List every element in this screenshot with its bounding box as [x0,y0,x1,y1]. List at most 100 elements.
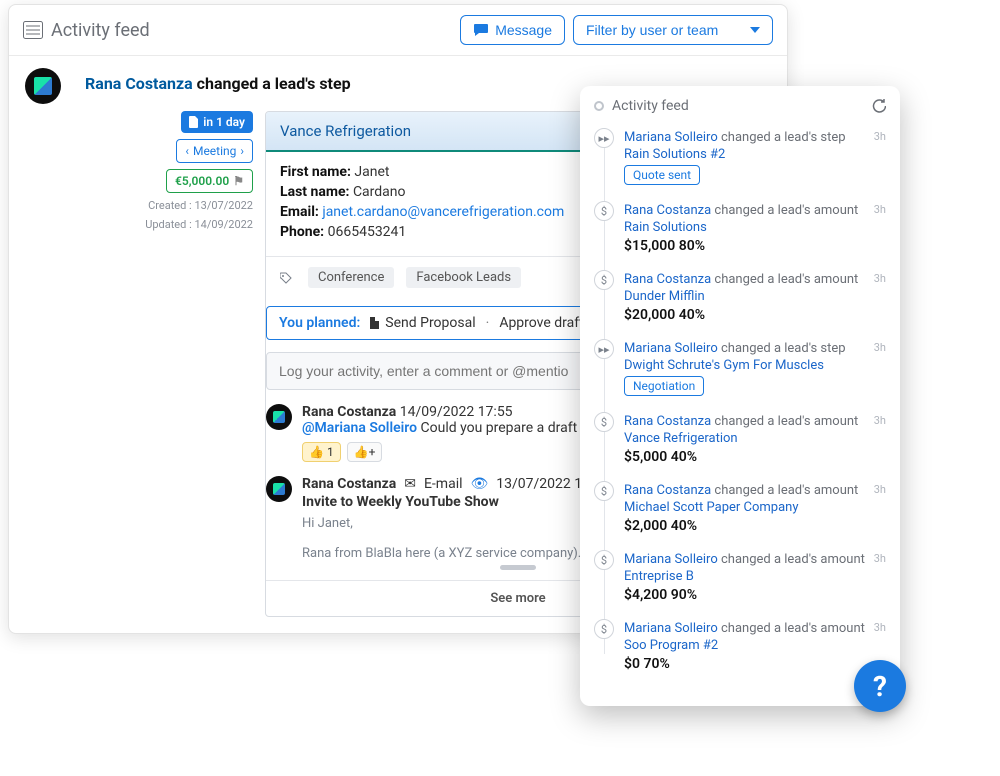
tag-facebook[interactable]: Facebook Leads [406,267,521,288]
planned-label: You planned: [279,315,360,331]
email-channel: E-mail [424,476,463,492]
feed-time: 3h [874,272,886,285]
mention-link[interactable]: @Mariana Solleiro [302,420,417,436]
feed-amount: $5,000 40% [624,449,886,465]
comment-avatar[interactable] [266,476,292,502]
feed-amount: $20,000 40% [624,307,886,323]
document-icon [189,116,199,128]
headline-action: changed a lead's step [197,74,351,93]
feed-headline: Rana Costanza changed a lead's amount3h [624,272,886,287]
feed-lead-link[interactable]: Michael Scott Paper Company [624,500,886,515]
side-feed-list: ▸▸ Mariana Solleiro changed a lead's ste… [594,122,886,682]
feed-headline: Rana Costanza changed a lead's amount3h [624,483,886,498]
thumbs-up-reaction[interactable]: 👍 1 [302,442,341,462]
refresh-icon[interactable] [872,99,886,113]
feed-user[interactable]: Mariana Solleiro [624,130,718,145]
email-label: Email: [280,204,319,220]
feed-user[interactable]: Mariana Solleiro [624,341,718,356]
feed-lead-link[interactable]: Entreprise B [624,569,886,584]
filter-label: Filter by user or team [586,22,718,38]
feed-user[interactable]: Mariana Solleiro [624,621,718,636]
feed-user[interactable]: Rana Costanza [624,414,711,429]
feed-user[interactable]: Rana Costanza [624,272,711,287]
user-avatar[interactable] [25,68,61,104]
feed-time: 3h [874,414,886,427]
avatar-glyph-icon [273,483,285,495]
feed-lead-link[interactable]: Soo Program #2 [624,638,886,653]
add-reaction-button[interactable]: 👍+ [347,442,383,462]
feed-lead-link[interactable]: Dwight Schrute's Gym For Muscles [624,358,886,373]
step-label: Meeting [193,144,236,158]
feed-lead-link[interactable]: Dunder Mifflin [624,289,886,304]
due-pill[interactable]: in 1 day [181,111,253,133]
dollar-icon: $ [594,619,614,639]
amount-pill[interactable]: €5,000.00 ⚑ [166,169,253,193]
feed-headline: Rana Costanza changed a lead's amount3h [624,414,886,429]
feed-lead-link[interactable]: Vance Refrigeration [624,431,886,446]
dollar-icon: $ [594,481,614,501]
circle-icon [594,101,604,111]
feed-lead-link[interactable]: Rain Solutions [624,220,886,235]
message-button[interactable]: Message [460,15,565,45]
feed-item[interactable]: $ Rana Costanza changed a lead's amount3… [594,406,886,475]
feed-time: 3h [874,552,886,565]
feed-time: 3h [874,130,886,143]
dollar-icon: $ [594,412,614,432]
feed-lead-link[interactable]: Rain Solutions #2 [624,147,886,162]
last-name-label: Last name: [280,184,349,200]
avatar-glyph-icon [273,411,285,423]
tag-conference[interactable]: Conference [308,267,394,288]
filter-button[interactable]: Filter by user or team [573,15,773,45]
avatar-glyph-icon [34,77,52,95]
phone-label: Phone: [280,224,324,240]
amount-label: €5,000.00 [175,174,229,188]
step-icon: ▸▸ [594,339,614,359]
task1-label: Send Proposal [385,315,475,331]
feed-amount: $4,200 90% [624,587,886,603]
drag-handle-icon [500,565,536,570]
reaction-count: 1 [327,445,334,459]
email-author[interactable]: Rana Costanza [302,476,396,492]
planned-task-1[interactable]: Send Proposal [370,315,475,331]
page-title: Activity feed [51,20,452,41]
feed-item[interactable]: ▸▸ Mariana Solleiro changed a lead's ste… [594,333,886,406]
headline-user[interactable]: Rana Costanza [85,74,193,93]
question-icon: ? [873,670,887,703]
feed-time: 3h [874,483,886,496]
last-name-value: Cardano [353,184,406,200]
email-value[interactable]: janet.cardano@vancerefrigeration.com [322,204,564,220]
updated-text: Updated : 14/09/2022 [145,218,253,231]
feed-time: 3h [874,203,886,216]
dollar-icon: $ [594,201,614,221]
step-pill[interactable]: ‹ Meeting › [176,139,253,163]
document-icon [370,317,379,329]
feed-amount: $15,000 80% [624,238,886,254]
feed-amount: $2,000 40% [624,518,886,534]
feed-user[interactable]: Rana Costanza [624,483,711,498]
feed-item[interactable]: $ Rana Costanza changed a lead's amount3… [594,264,886,333]
comment-avatar[interactable] [266,404,292,430]
list-icon [23,21,43,39]
email-icon: ✉ [404,476,416,492]
feed-item[interactable]: $ Rana Costanza changed a lead's amount3… [594,195,886,264]
feed-item[interactable]: ▸▸ Mariana Solleiro changed a lead's ste… [594,122,886,195]
feed-user[interactable]: Mariana Solleiro [624,552,718,567]
status-pill: Quote sent [624,165,700,185]
feed-headline: Mariana Solleiro changed a lead's amount… [624,621,886,636]
chevron-down-icon [750,27,760,33]
feed-user[interactable]: Rana Costanza [624,203,711,218]
dollar-icon: $ [594,270,614,290]
dollar-icon: $ [594,550,614,570]
phone-value: 0665453241 [328,224,407,240]
side-title: Activity feed [612,98,864,114]
first-name-value: Janet [354,164,389,180]
side-header: Activity feed [594,98,886,114]
feed-item[interactable]: $ Mariana Solleiro changed a lead's amou… [594,613,886,682]
feed-item[interactable]: $ Rana Costanza changed a lead's amount3… [594,475,886,544]
task-separator: · [486,315,490,331]
comment-author[interactable]: Rana Costanza [302,404,396,420]
help-button[interactable]: ? [854,660,906,712]
message-icon [473,23,489,37]
side-panel: Activity feed ▸▸ Mariana Solleiro change… [580,86,900,706]
feed-item[interactable]: $ Mariana Solleiro changed a lead's amou… [594,544,886,613]
